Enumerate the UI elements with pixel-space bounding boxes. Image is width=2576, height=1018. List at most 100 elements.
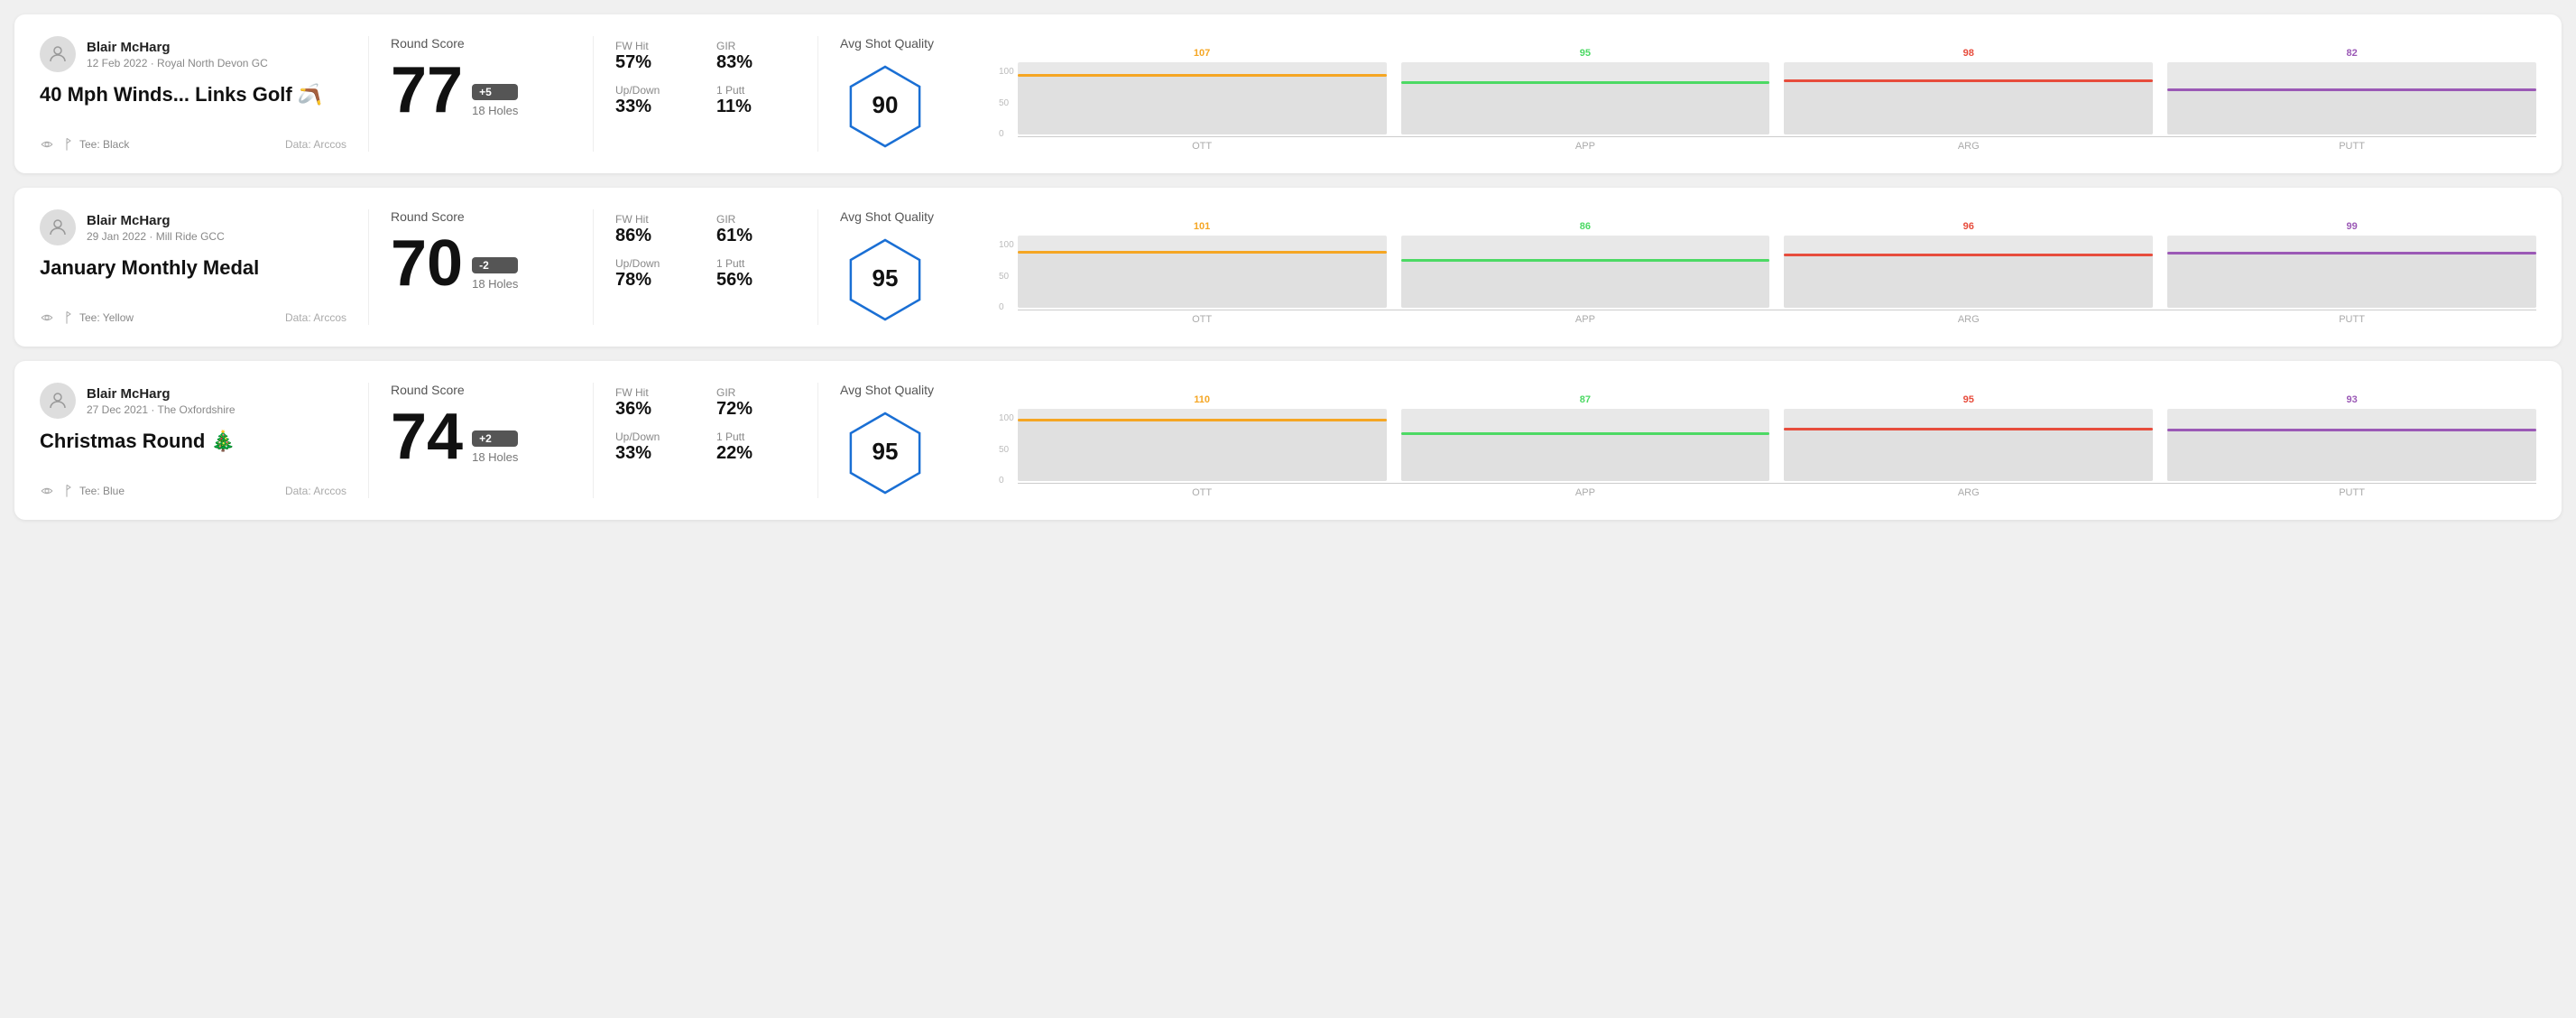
date-course: 12 Feb 2022 · Royal North Devon GC [87, 57, 268, 69]
golf-icon [60, 484, 74, 498]
stats-grid: FW Hit 86% GIR 61% Up/Down 78% 1 Putt 56… [615, 213, 796, 291]
quality-section: Avg Shot Quality 95 [840, 383, 984, 498]
score-badge-group: +2 18 Holes [472, 430, 518, 464]
bar-group-ott: 110 [1018, 394, 1387, 481]
bar-group-arg: 96 [1784, 221, 2153, 308]
stat-gir: GIR 72% [716, 386, 796, 420]
score-main: 77 +5 18 Holes [391, 58, 571, 123]
score-section: Round Score 74 +2 18 Holes [391, 383, 571, 498]
stat-fw-hit: FW Hit 36% [615, 386, 695, 420]
stat-oneputt: 1 Putt 11% [716, 84, 796, 117]
divider-1 [368, 383, 369, 498]
round-card: Blair McHarg 27 Dec 2021 · The Oxfordshi… [14, 361, 2562, 520]
bar-group-app: 87 [1401, 394, 1770, 481]
stats-section: FW Hit 57% GIR 83% Up/Down 33% 1 Putt 11… [615, 36, 796, 152]
tee-data-row: Tee: Black Data: Arccos [40, 137, 346, 152]
stat-updown: Up/Down 33% [615, 430, 695, 464]
score-badge-group: -2 18 Holes [472, 257, 518, 291]
bar-group-arg: 95 [1784, 394, 2153, 481]
score-badge-group: +5 18 Holes [472, 84, 518, 117]
avatar [40, 36, 76, 72]
round-title: Christmas Round 🎄 [40, 430, 346, 453]
quality-label: Avg Shot Quality [840, 209, 934, 224]
user-info: Blair McHarg 29 Jan 2022 · Mill Ride GCC [87, 213, 225, 243]
score-label: Round Score [391, 209, 571, 224]
user-name: Blair McHarg [87, 386, 235, 402]
stats-section: FW Hit 36% GIR 72% Up/Down 33% 1 Putt 22… [615, 383, 796, 498]
tee-data-row: Tee: Blue Data: Arccos [40, 484, 346, 498]
left-section: Blair McHarg 29 Jan 2022 · Mill Ride GCC… [40, 209, 346, 325]
divider-2 [593, 209, 594, 325]
divider-3 [817, 36, 818, 152]
quality-label: Avg Shot Quality [840, 36, 934, 51]
stat-gir: GIR 61% [716, 213, 796, 246]
bar-group-ott: 107 [1018, 48, 1387, 134]
chart-section: 100 50 0 110 87 [984, 383, 2536, 498]
stat-updown: Up/Down 33% [615, 84, 695, 117]
chart-section: 100 50 0 107 95 [984, 36, 2536, 152]
bar-group-ott: 101 [1018, 221, 1387, 308]
left-section: Blair McHarg 12 Feb 2022 · Royal North D… [40, 36, 346, 152]
hexagon-container: 95 [840, 408, 930, 498]
stats-grid: FW Hit 57% GIR 83% Up/Down 33% 1 Putt 11… [615, 40, 796, 117]
tee-info: Tee: Yellow [40, 310, 134, 325]
stat-oneputt: 1 Putt 22% [716, 430, 796, 464]
chart-section: 100 50 0 101 86 [984, 209, 2536, 325]
score-main: 70 -2 18 Holes [391, 231, 571, 296]
user-row: Blair McHarg 29 Jan 2022 · Mill Ride GCC [40, 209, 346, 245]
quality-section: Avg Shot Quality 95 [840, 209, 984, 325]
stat-updown: Up/Down 78% [615, 257, 695, 291]
user-info: Blair McHarg 12 Feb 2022 · Royal North D… [87, 40, 268, 69]
score-number: 74 [391, 404, 463, 469]
divider-1 [368, 36, 369, 152]
user-row: Blair McHarg 12 Feb 2022 · Royal North D… [40, 36, 346, 72]
score-number: 70 [391, 231, 463, 296]
stat-gir: GIR 83% [716, 40, 796, 73]
divider-2 [593, 36, 594, 152]
hexagon-container: 95 [840, 235, 930, 325]
date-course: 27 Dec 2021 · The Oxfordshire [87, 403, 235, 416]
score-main: 74 +2 18 Holes [391, 404, 571, 469]
data-source: Data: Arccos [285, 138, 346, 151]
user-info: Blair McHarg 27 Dec 2021 · The Oxfordshi… [87, 386, 235, 416]
bar-group-arg: 98 [1784, 48, 2153, 134]
round-title: 40 Mph Winds... Links Golf 🪃 [40, 83, 346, 106]
round-card: Blair McHarg 29 Jan 2022 · Mill Ride GCC… [14, 188, 2562, 347]
score-badge: +5 [472, 84, 518, 100]
weather-icon [40, 484, 54, 498]
quality-section: Avg Shot Quality 90 [840, 36, 984, 152]
bar-group-putt: 93 [2167, 394, 2536, 481]
quality-label: Avg Shot Quality [840, 383, 934, 397]
weather-icon [40, 137, 54, 152]
divider-2 [593, 383, 594, 498]
tee-info: Tee: Blue [40, 484, 125, 498]
stat-fw-hit: FW Hit 86% [615, 213, 695, 246]
score-holes: 18 Holes [472, 277, 518, 291]
stats-grid: FW Hit 36% GIR 72% Up/Down 33% 1 Putt 22… [615, 386, 796, 464]
score-label: Round Score [391, 36, 571, 51]
bar-group-app: 86 [1401, 221, 1770, 308]
round-title: January Monthly Medal [40, 256, 346, 280]
score-section: Round Score 77 +5 18 Holes [391, 36, 571, 152]
weather-icon [40, 310, 54, 325]
stats-section: FW Hit 86% GIR 61% Up/Down 78% 1 Putt 56… [615, 209, 796, 325]
svg-text:95: 95 [873, 438, 899, 465]
date-course: 29 Jan 2022 · Mill Ride GCC [87, 230, 225, 243]
avatar [40, 209, 76, 245]
divider-3 [817, 209, 818, 325]
tee-color: Tee: Yellow [79, 311, 134, 324]
divider-1 [368, 209, 369, 325]
stat-oneputt: 1 Putt 56% [716, 257, 796, 291]
score-number: 77 [391, 58, 463, 123]
bar-group-app: 95 [1401, 48, 1770, 134]
svg-text:95: 95 [873, 264, 899, 292]
round-card: Blair McHarg 12 Feb 2022 · Royal North D… [14, 14, 2562, 173]
tee-info: Tee: Black [40, 137, 129, 152]
bar-group-putt: 82 [2167, 48, 2536, 134]
hexagon-container: 90 [840, 61, 930, 152]
score-label: Round Score [391, 383, 571, 397]
avatar [40, 383, 76, 419]
score-holes: 18 Holes [472, 104, 518, 117]
tee-color: Tee: Black [79, 138, 129, 151]
tee-data-row: Tee: Yellow Data: Arccos [40, 310, 346, 325]
